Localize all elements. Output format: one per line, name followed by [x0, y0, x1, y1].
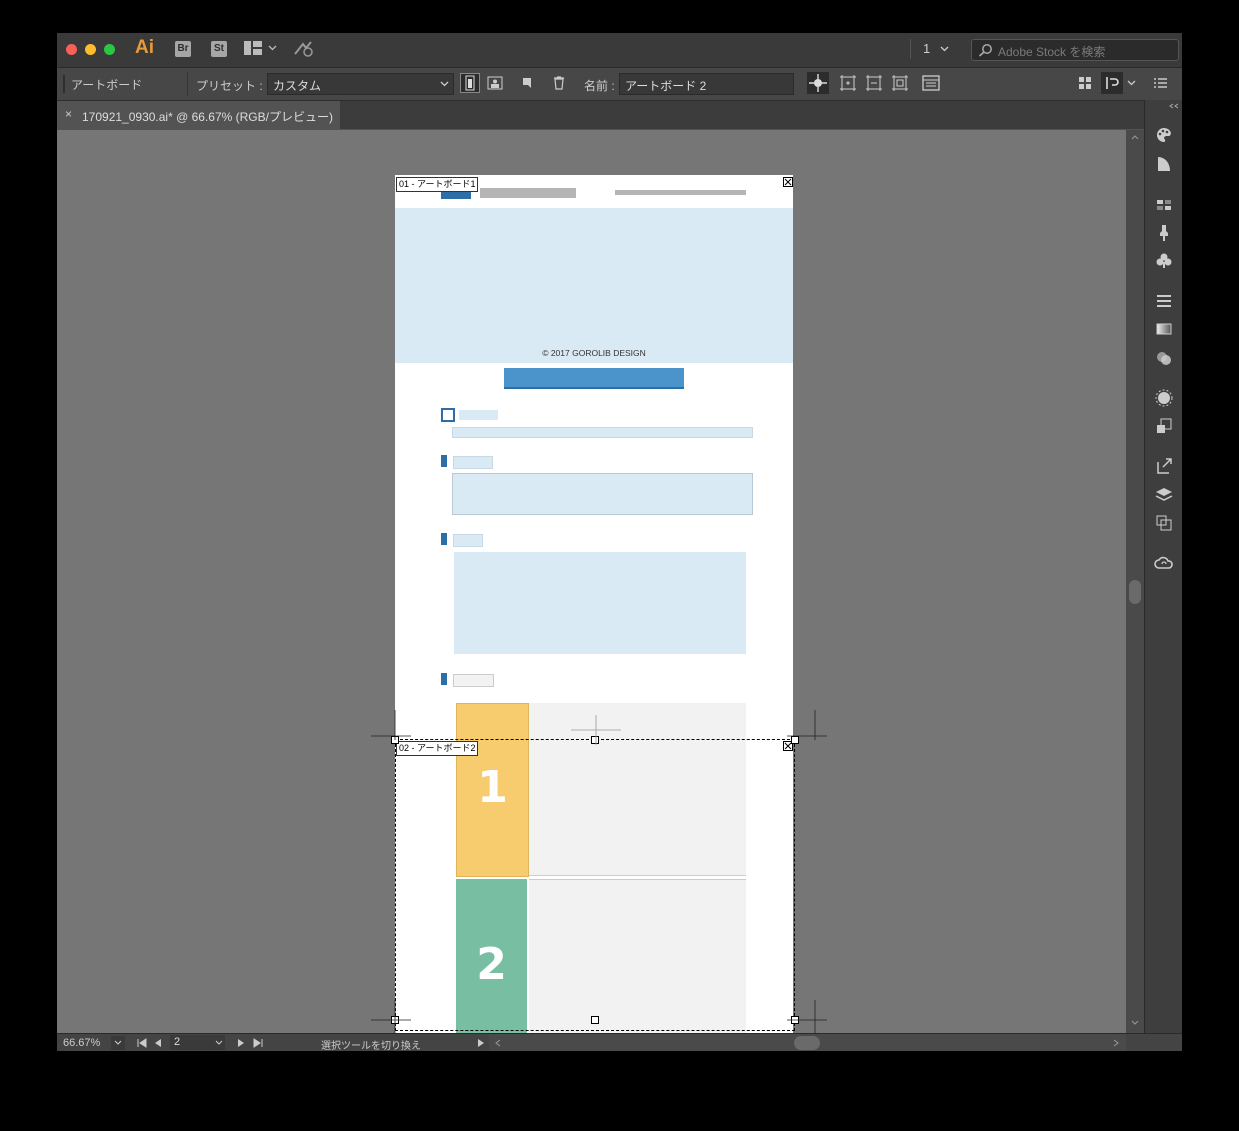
- status-bar: 66.67% 2 選択ツールを切り換え: [57, 1033, 1182, 1051]
- app-title-bar: Ai Br St 1 Adobe Stock を検索: [57, 33, 1182, 68]
- hero-image-placeholder: [395, 208, 793, 363]
- video-safe-area-icon[interactable]: [890, 73, 910, 93]
- chevron-down-icon: [440, 81, 449, 87]
- move-copy-artwork-icon[interactable]: [807, 72, 829, 94]
- stock-button[interactable]: St: [211, 41, 227, 57]
- artboard-1-label[interactable]: 01 - アートボード1: [396, 177, 479, 192]
- transparency-icon[interactable]: [1154, 348, 1174, 368]
- center-mark-icon[interactable]: [864, 73, 884, 93]
- panel-menu-icon[interactable]: [1150, 73, 1170, 93]
- zoom-level[interactable]: 66.67%: [63, 1037, 100, 1049]
- control-bar: アートボード プリセット : カスタム 名前 : アートボード 2: [57, 68, 1182, 101]
- collapse-panels-icon[interactable]: [1169, 103, 1179, 109]
- nav-placeholder: [615, 190, 746, 195]
- illustrator-window: Ai Br St 1 Adobe Stock を検索 アートボード プリセット …: [57, 33, 1182, 1051]
- vertical-scrollbar[interactable]: [1126, 130, 1144, 1033]
- artboard-name-value: アートボード 2: [625, 79, 707, 93]
- stroke-icon[interactable]: [1154, 291, 1174, 311]
- bridge-button[interactable]: Br: [175, 41, 191, 57]
- section-marker: [441, 673, 447, 685]
- artboard-close-icon[interactable]: [783, 177, 793, 187]
- canvas-area[interactable]: © 2017 GOROLIB DESIGN 1 2 01 - アートボード1 0…: [57, 130, 1126, 1033]
- color-guide-icon[interactable]: [1154, 154, 1174, 174]
- chevron-down-icon[interactable]: [215, 1040, 223, 1046]
- brushes-icon[interactable]: [1154, 223, 1174, 243]
- close-window-button[interactable]: [66, 44, 77, 55]
- artboards-panel-icon[interactable]: [1154, 513, 1174, 533]
- copyright-text: © 2017 GOROLIB DESIGN: [542, 348, 646, 358]
- section-marker: [441, 455, 447, 467]
- textarea-placeholder: [452, 473, 753, 515]
- gpu-performance-icon[interactable]: [293, 40, 315, 58]
- scroll-up-icon[interactable]: [1131, 134, 1139, 140]
- preset-dropdown[interactable]: カスタム: [267, 73, 454, 95]
- preset-value: カスタム: [273, 79, 322, 93]
- landscape-orientation-icon[interactable]: [485, 73, 505, 93]
- portrait-orientation-icon[interactable]: [460, 73, 480, 93]
- snap-icon[interactable]: [1101, 72, 1123, 94]
- document-tab-title: 170921_0930.ai* @ 66.67% (RGB/プレビュー): [82, 110, 333, 124]
- label-placeholder: [453, 534, 483, 547]
- arrange-documents-icon[interactable]: [244, 41, 262, 55]
- appearance-icon[interactable]: [1154, 388, 1174, 408]
- crop-marks: [371, 710, 827, 1033]
- artboard-options-icon[interactable]: [838, 73, 858, 93]
- creative-cloud-libraries-icon[interactable]: [1154, 554, 1174, 574]
- scroll-left-icon[interactable]: [495, 1039, 501, 1047]
- trash-icon[interactable]: [549, 73, 569, 93]
- scroll-right-icon[interactable]: [1113, 1039, 1119, 1047]
- export-icon[interactable]: [1154, 456, 1174, 476]
- gradient-icon[interactable]: [1154, 319, 1174, 339]
- minimize-window-button[interactable]: [85, 44, 96, 55]
- document-tab-bar: × 170921_0930.ai* @ 66.67% (RGB/プレビュー): [57, 101, 1182, 129]
- illustrator-logo: Ai: [135, 37, 154, 58]
- arrange-icon[interactable]: [1075, 73, 1095, 93]
- section-marker: [441, 533, 447, 545]
- horizontal-scrollbar[interactable]: [489, 1034, 1126, 1051]
- scroll-thumb[interactable]: [794, 1036, 820, 1050]
- next-artboard-icon[interactable]: [237, 1038, 245, 1048]
- checkbox-placeholder: [441, 408, 455, 422]
- search-placeholder: Adobe Stock を検索: [998, 45, 1106, 59]
- status-menu-icon[interactable]: [477, 1038, 485, 1048]
- label-placeholder: [453, 674, 494, 687]
- artboard-name-field[interactable]: アートボード 2: [619, 73, 794, 95]
- label-placeholder: [453, 456, 493, 469]
- last-artboard-icon[interactable]: [253, 1038, 263, 1048]
- first-artboard-icon[interactable]: [137, 1038, 147, 1048]
- name-label: 名前 :: [584, 79, 615, 93]
- artboard-mode-label: アートボード: [71, 78, 143, 92]
- layers-icon[interactable]: [1154, 485, 1174, 505]
- symbols-icon[interactable]: [1154, 251, 1174, 271]
- scroll-thumb[interactable]: [1129, 580, 1141, 604]
- label-placeholder: [459, 410, 498, 420]
- adobe-stock-search[interactable]: Adobe Stock を検索: [971, 39, 1179, 61]
- logo-placeholder: [441, 191, 471, 199]
- artboard-number: 2: [174, 1036, 181, 1048]
- content-placeholder: [454, 552, 746, 654]
- close-tab-icon[interactable]: ×: [65, 107, 72, 121]
- previous-artboard-icon[interactable]: [154, 1038, 162, 1048]
- input-placeholder: [452, 427, 753, 438]
- panel-dock: [1144, 100, 1182, 1051]
- chevron-down-icon: [114, 1040, 122, 1045]
- button-placeholder: [504, 368, 684, 389]
- status-text: 選択ツールを切り換え: [321, 1041, 421, 1051]
- swatches-icon[interactable]: [1154, 195, 1174, 215]
- preset-label: プリセット :: [196, 79, 263, 93]
- chevron-down-icon[interactable]: [268, 45, 277, 51]
- new-artboard-icon[interactable]: [517, 73, 537, 93]
- zoom-dropdown[interactable]: [111, 1036, 125, 1050]
- search-icon: [978, 44, 992, 57]
- document-tab[interactable]: × 170921_0930.ai* @ 66.67% (RGB/プレビュー): [57, 101, 340, 129]
- scroll-down-icon[interactable]: [1131, 1020, 1139, 1026]
- chevron-down-icon[interactable]: [1127, 80, 1136, 86]
- graphic-styles-icon[interactable]: [1154, 416, 1174, 436]
- zoom-window-button[interactable]: [104, 44, 115, 55]
- nav-placeholder: [480, 188, 576, 198]
- page-selector[interactable]: 1: [923, 41, 930, 56]
- color-palette-icon[interactable]: [1154, 125, 1174, 145]
- chevron-down-icon[interactable]: [940, 46, 949, 52]
- artboard-panel-icon[interactable]: [921, 73, 941, 93]
